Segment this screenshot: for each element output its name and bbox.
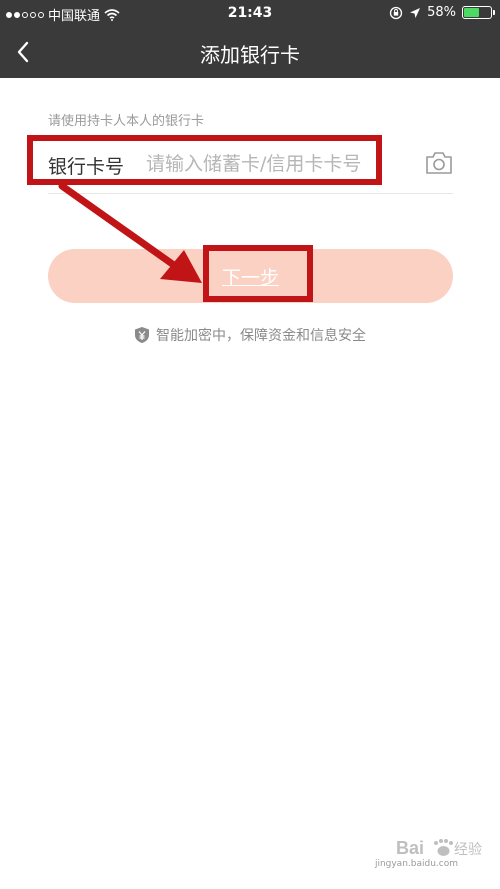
status-bar: 中国联通 21:43 58% <box>0 0 500 26</box>
battery-percent: 58% <box>427 5 456 20</box>
nav-bar: 添加银行卡 <box>0 26 500 78</box>
svg-text:Bai: Bai <box>396 838 424 858</box>
baidu-jingyan-watermark: Bai 经验 jingyan.baidu.com <box>370 837 486 871</box>
svg-text:经验: 经验 <box>454 842 482 858</box>
watermark-url: jingyan.baidu.com <box>374 859 458 869</box>
rotation-lock-icon <box>389 6 403 19</box>
card-number-input[interactable] <box>146 147 396 181</box>
card-number-label: 银行卡号 <box>48 156 125 178</box>
page-title: 添加银行卡 <box>200 43 300 67</box>
card-number-row: 银行卡号 <box>48 141 453 194</box>
location-arrow-icon <box>410 7 421 18</box>
next-button-label: 下一步 <box>221 268 279 289</box>
card-hint: 请使用持卡人本人的银行卡 <box>48 114 205 129</box>
camera-icon[interactable] <box>425 150 453 176</box>
yen-shield-icon <box>135 327 149 343</box>
security-note-text: 智能加密中，保障资金和信息安全 <box>156 328 366 344</box>
status-right: 58% <box>389 5 495 20</box>
battery-icon <box>462 6 495 19</box>
next-button[interactable]: 下一步 <box>48 249 453 303</box>
security-note: 智能加密中，保障资金和信息安全 <box>0 325 500 348</box>
annotation-arrow <box>58 182 202 283</box>
